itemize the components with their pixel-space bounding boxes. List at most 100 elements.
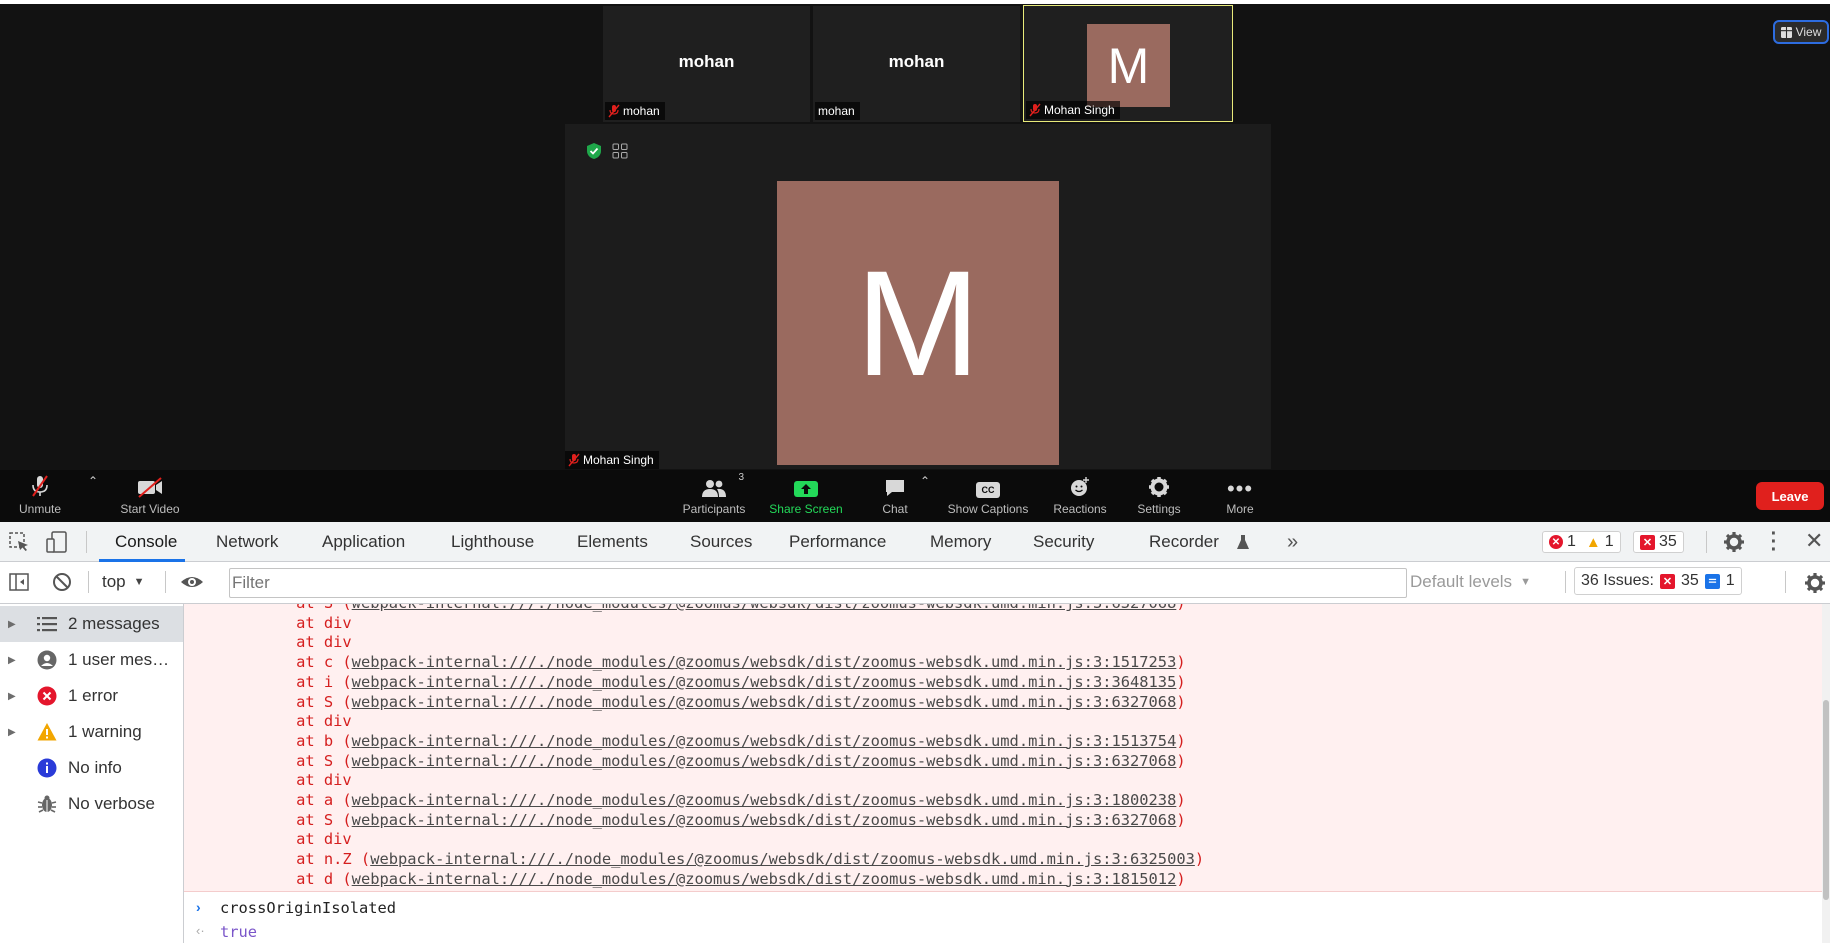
grid-view-icon[interactable] bbox=[612, 143, 628, 159]
stack-frame-link[interactable]: webpack-internal:///./node_modules/@zoom… bbox=[352, 653, 1177, 671]
stack-frame-text: at n.Z ( bbox=[259, 850, 371, 869]
console-scroll-thumb[interactable] bbox=[1823, 700, 1829, 900]
stack-frame-text: at S ( bbox=[259, 692, 352, 711]
gear-icon[interactable] bbox=[1723, 531, 1745, 553]
divider bbox=[165, 571, 166, 593]
reactions-label: Reactions bbox=[1053, 502, 1107, 516]
expand-arrow-icon: ▶ bbox=[8, 618, 16, 630]
stack-frame-link[interactable]: webpack-internal:///./node_modules/@zoom… bbox=[352, 791, 1177, 809]
participants-icon: 3 bbox=[680, 472, 748, 498]
participant-display-name: mohan bbox=[888, 52, 945, 71]
tab-recorder[interactable]: Recorder bbox=[1149, 522, 1219, 562]
participants-button[interactable]: 3 Participants bbox=[680, 470, 748, 522]
share-screen-label: Share Screen bbox=[769, 502, 843, 516]
chat-button[interactable]: Chat bbox=[870, 470, 920, 522]
kebab-menu-icon[interactable]: · · · bbox=[1769, 524, 1779, 560]
divider bbox=[1565, 571, 1566, 593]
tab-sources[interactable]: Sources bbox=[690, 522, 752, 562]
sidebar-item-errors[interactable]: ▶ 1 error bbox=[0, 678, 183, 714]
stack-frame-suffix: ) bbox=[1176, 604, 1185, 612]
encryption-shield-icon[interactable] bbox=[585, 142, 603, 160]
participant-tile[interactable]: mohan mohan bbox=[603, 6, 810, 122]
stack-frame-link[interactable]: webpack-internal:///./node_modules/@zoom… bbox=[352, 811, 1177, 829]
console-settings-gear-icon[interactable] bbox=[1804, 572, 1826, 594]
stack-frame-link[interactable]: webpack-internal:///./node_modules/@zoom… bbox=[352, 752, 1177, 770]
tab-security[interactable]: Security bbox=[1033, 522, 1094, 562]
stack-frame-link[interactable]: webpack-internal:///./node_modules/@zoom… bbox=[352, 604, 1177, 612]
view-button[interactable]: View bbox=[1773, 20, 1829, 44]
participant-tile[interactable]: mohan mohan bbox=[813, 6, 1020, 122]
participant-label: mohan bbox=[605, 102, 665, 120]
stack-frame-text: at b ( bbox=[259, 731, 352, 750]
stack-frame-link[interactable]: webpack-internal:///./node_modules/@zoom… bbox=[352, 693, 1177, 711]
sidebar-item-user-messages[interactable]: ▶ 1 user mes… bbox=[0, 642, 183, 678]
settings-label: Settings bbox=[1137, 502, 1181, 516]
stack-frame-text: at S ( bbox=[259, 604, 352, 612]
mic-muted-icon bbox=[608, 104, 620, 118]
tab-performance[interactable]: Performance bbox=[789, 522, 886, 562]
tab-elements[interactable]: Elements bbox=[577, 522, 648, 562]
settings-button[interactable]: Settings bbox=[1130, 470, 1188, 522]
tab-network[interactable]: Network bbox=[216, 522, 278, 562]
sidebar-toggle-icon[interactable] bbox=[8, 571, 30, 593]
sidebar-item-warnings[interactable]: ▶ 1 warning bbox=[0, 714, 183, 750]
issues-error-count: 35 bbox=[1680, 572, 1699, 589]
sidebar-item-messages[interactable]: ▶ 2 messages bbox=[0, 606, 183, 642]
reactions-button[interactable]: Reactions bbox=[1050, 470, 1110, 522]
clear-console-icon[interactable] bbox=[51, 571, 73, 593]
show-captions-label: Show Captions bbox=[947, 502, 1029, 516]
main-video[interactable]: M Mohan Singh bbox=[565, 124, 1271, 469]
audio-options-chevron-icon[interactable]: ⌃ bbox=[88, 474, 98, 488]
share-screen-icon bbox=[766, 474, 846, 498]
video-off-icon bbox=[110, 474, 190, 498]
leave-button[interactable]: Leave bbox=[1756, 482, 1824, 510]
context-selector[interactable]: top ▼ bbox=[102, 570, 145, 594]
sidebar-item-verbose[interactable]: No verbose bbox=[0, 786, 183, 822]
sidebar-item-info[interactable]: No info bbox=[0, 750, 183, 786]
tab-application[interactable]: Application bbox=[322, 522, 405, 562]
participants-label: Participants bbox=[682, 502, 746, 516]
unmute-button[interactable]: Unmute bbox=[8, 470, 72, 522]
participants-count: 3 bbox=[738, 472, 744, 483]
start-video-button[interactable]: Start Video bbox=[110, 470, 190, 522]
issues-button[interactable]: 36 Issues: ✕ 35 1 bbox=[1574, 567, 1742, 595]
stack-frame-link[interactable]: webpack-internal:///./node_modules/@zoom… bbox=[352, 673, 1177, 691]
show-captions-button[interactable]: CC Show Captions bbox=[944, 470, 1032, 522]
issue-count: 35 bbox=[1659, 533, 1677, 550]
list-icon bbox=[36, 613, 58, 635]
tab-memory[interactable]: Memory bbox=[930, 522, 991, 562]
more-tabs-icon[interactable]: » bbox=[1287, 522, 1298, 562]
issues-counter[interactable]: ✕ 35 bbox=[1633, 531, 1684, 553]
stack-trace-line: at S (webpack-internal:///./node_modules… bbox=[259, 752, 1186, 770]
stack-trace-line: at S (webpack-internal:///./node_modules… bbox=[259, 604, 1186, 612]
log-levels-dropdown[interactable]: Default levels ▼ bbox=[1410, 570, 1531, 594]
sidebar-item-label: 1 error bbox=[68, 686, 119, 705]
info-icon bbox=[36, 757, 58, 779]
more-button[interactable]: ••• More bbox=[1210, 470, 1270, 522]
avatar: M bbox=[1087, 24, 1170, 107]
stack-trace-line: at a (webpack-internal:///./node_modules… bbox=[259, 791, 1186, 809]
console-prompt-area[interactable]: › crossOriginIsolated ‹· true bbox=[184, 893, 1830, 943]
close-icon[interactable]: ✕ bbox=[1805, 530, 1825, 552]
start-video-label: Start Video bbox=[120, 502, 180, 516]
sidebar-item-label: 1 user mes… bbox=[68, 650, 170, 669]
inspect-element-icon[interactable] bbox=[8, 531, 30, 553]
tab-lighthouse[interactable]: Lighthouse bbox=[451, 522, 534, 562]
device-toolbar-icon[interactable] bbox=[46, 531, 70, 553]
mic-muted-icon bbox=[8, 474, 72, 498]
more-dots-icon: ••• bbox=[1226, 476, 1254, 501]
tab-console[interactable]: Console bbox=[115, 522, 177, 562]
eye-icon[interactable] bbox=[180, 572, 204, 592]
stack-frame-link[interactable]: webpack-internal:///./node_modules/@zoom… bbox=[352, 732, 1177, 750]
stack-frame-suffix: ) bbox=[1176, 672, 1186, 691]
participant-tile-active[interactable]: M Mohan Singh bbox=[1023, 5, 1233, 122]
participant-label-text: mohan bbox=[623, 104, 660, 118]
filter-input[interactable] bbox=[229, 568, 1407, 598]
chat-options-chevron-icon[interactable]: ⌃ bbox=[920, 474, 930, 488]
stack-trace-line: at div bbox=[259, 614, 352, 632]
stack-frame-link[interactable]: webpack-internal:///./node_modules/@zoom… bbox=[352, 870, 1177, 888]
error-warning-counter[interactable]: ✕ 1 ▲ 1 bbox=[1542, 531, 1621, 553]
share-screen-button[interactable]: Share Screen bbox=[766, 470, 846, 522]
stack-frame-link[interactable]: webpack-internal:///./node_modules/@zoom… bbox=[370, 850, 1195, 868]
unmute-label: Unmute bbox=[18, 502, 62, 516]
